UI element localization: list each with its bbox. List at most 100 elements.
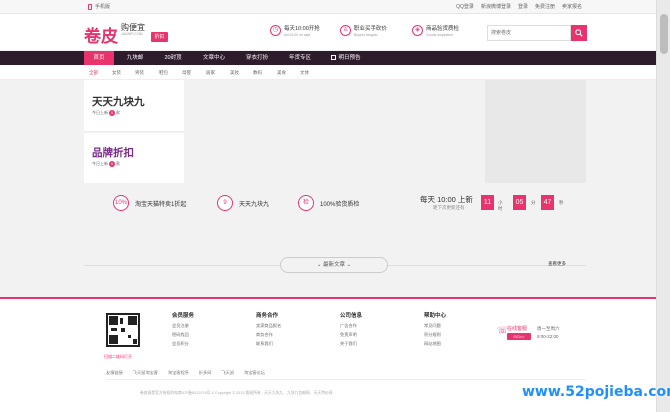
mobile-version-label: 手机版: [95, 4, 111, 10]
feature-daily-9-9: 9 天天九块九: [217, 195, 269, 211]
footer-col-business: 商务合作 卖家商品报名 商务合作 联系我们: [256, 311, 281, 350]
footer-col-company: 公司信息 广告合作 免责声明 关于我们: [340, 311, 362, 350]
service-time: 9:00-22:00: [537, 334, 559, 339]
category-sports[interactable]: 文体: [300, 70, 309, 76]
footer-col-heading: 商务合作: [256, 313, 279, 319]
card-brand-discount[interactable]: 品牌折扣 今日上新 0 款: [84, 133, 184, 183]
footer-link[interactable]: 网站地图: [424, 341, 446, 347]
nav-item-9-yuan[interactable]: 九块邮: [119, 51, 151, 65]
shield-icon: ◈: [412, 25, 423, 36]
footer-link[interactable]: 联系我们: [256, 341, 281, 347]
footer-link[interactable]: 密码找回: [172, 332, 194, 338]
feature-title: 职业买手砍价: [354, 26, 388, 32]
friend-link[interactable]: 飞天鼠淘宝客: [133, 370, 158, 379]
category-men[interactable]: 男装: [135, 70, 144, 76]
nav-item-20-cap[interactable]: 20封顶: [157, 51, 189, 65]
category-beauty[interactable]: 美妆: [230, 70, 239, 76]
footer-col-help: 帮助中心 常见问题 积分规则 网站地图: [424, 311, 446, 350]
feature-quality-check: 检 100%验货质检: [298, 195, 359, 211]
category-baby[interactable]: 母婴: [182, 70, 191, 76]
category-home[interactable]: 居家: [206, 70, 215, 76]
main-nav: 首页 九块邮 20封顶 文章中心 穿衣打扮 年货专区 明日预告: [0, 51, 656, 65]
scrollbar-thumb[interactable]: [660, 14, 668, 54]
search-input[interactable]: [487, 25, 571, 41]
card-daily-9-9[interactable]: 天天九块九 今日上新 0 款: [84, 80, 184, 132]
card-sub-suffix: 款: [116, 110, 120, 115]
countdown-title: 每天 10:00 上新: [420, 195, 473, 204]
view-more-link[interactable]: 查看更多: [548, 261, 566, 267]
footer-link[interactable]: 常见问题: [424, 323, 446, 329]
nav-item-home[interactable]: 首页: [84, 51, 114, 65]
category-women[interactable]: 女装: [112, 70, 121, 76]
footer-link[interactable]: 商务合作: [256, 332, 281, 338]
nav-item-tomorrow[interactable]: 明日预告: [326, 51, 366, 65]
search-button[interactable]: [571, 25, 587, 41]
qq-login-link[interactable]: QQ登录: [456, 3, 474, 10]
feature-title: 商品验货质检: [426, 26, 460, 32]
footer-link[interactable]: 关于我们: [340, 341, 362, 347]
countdown-hours: 11: [481, 195, 494, 210]
card-title: 天天九块九: [92, 96, 145, 108]
nav-item-tomorrow-label: 明日预告: [338, 55, 361, 61]
feature-label: 100%验货质检: [320, 201, 360, 208]
nav-item-new-year[interactable]: 年货专区: [282, 51, 318, 65]
register-link[interactable]: 免费注册: [535, 3, 555, 10]
feature-daily-sale: ◷ 每天10:00开抢 Am10:00 on sale: [270, 24, 320, 37]
countdown-minutes-unit: 分: [531, 200, 536, 205]
feature-sub: Am10:00 on sale: [284, 33, 311, 37]
friend-link[interactable]: 淘宝客论坛: [244, 370, 265, 379]
logo[interactable]: 卷皮: [84, 22, 118, 47]
friend-link[interactable]: 飞天鼠: [221, 370, 234, 379]
feature-buyers: ♙ 职业买手砍价 Buyers bargain: [340, 24, 387, 37]
footer-link[interactable]: 免责声明: [340, 332, 362, 338]
footer-col-member: 会员服务 会员注册 密码找回 会员积分: [172, 311, 194, 350]
search-icon: [575, 29, 583, 37]
friend-link[interactable]: 折多网: [199, 370, 212, 379]
category-digital[interactable]: 数码: [253, 70, 262, 76]
clock-icon: ◷: [270, 25, 281, 36]
service-label: 在线客服: [507, 326, 528, 332]
category-all[interactable]: 全部: [89, 70, 98, 76]
countdown-seconds-unit: 秒: [559, 200, 564, 205]
category-bags[interactable]: 鞋包: [159, 70, 168, 76]
qr-code-icon: [106, 313, 140, 347]
footer-link[interactable]: 广告合作: [340, 323, 362, 329]
nav-item-fashion[interactable]: 穿衣打扮: [239, 51, 275, 65]
friend-link[interactable]: 淘宝客程序: [168, 370, 189, 379]
seller-apply-link[interactable]: 卖家报名: [562, 3, 582, 10]
footer-link[interactable]: 会员注册: [172, 323, 194, 329]
calendar-icon: [331, 55, 337, 61]
logo-badge: 折扣: [151, 32, 168, 42]
footer-link[interactable]: 积分规则: [424, 332, 446, 338]
footer-col-heading: 会员服务: [172, 313, 195, 319]
card-sub-prefix: 今日上新: [92, 110, 108, 115]
mobile-version-link[interactable]: 手机版: [88, 3, 110, 10]
page-scrollbar[interactable]: [656, 0, 670, 412]
footer-col-heading: 公司信息: [340, 313, 363, 319]
login-link[interactable]: 登录: [518, 3, 528, 10]
countdown-seconds: 47: [541, 195, 554, 210]
card-sub-suffix: 款: [116, 161, 120, 166]
service-go-button[interactable]: GO>>: [507, 333, 531, 340]
footer-link[interactable]: 卖家商品报名: [256, 323, 281, 329]
feature-1-fold: 10% 淘宝天猫特卖1折起: [113, 195, 186, 211]
feature-title: 每天10:00开抢: [284, 26, 320, 32]
service-days: 周一至周六: [537, 326, 560, 331]
nav-item-articles[interactable]: 文章中心: [196, 51, 232, 65]
feature-label: 淘宝天猫特卖1折起: [135, 201, 187, 208]
watermark: www.52pojieba.com: [522, 384, 670, 400]
footer-link[interactable]: 会员积分: [172, 341, 194, 347]
ten-percent-icon: 10%: [113, 195, 129, 211]
ad-banner-placeholder[interactable]: [485, 80, 586, 183]
qr-caption: 扫描二维码打开: [104, 354, 132, 359]
phone-icon: ☏: [497, 325, 509, 335]
category-subnav: 全部 女装 男装 鞋包 母婴 居家 美妆 数码 美食 文体: [0, 65, 656, 80]
weibo-login-link[interactable]: 新浪微博登录: [481, 3, 511, 10]
category-food[interactable]: 美食: [277, 70, 286, 76]
new-count-badge: 0: [109, 161, 115, 167]
card-sub-prefix: 今日上新: [92, 161, 108, 166]
chevron-down-icon: ⌄: [345, 262, 352, 268]
service-hours: 周一至周六 9:00-22:00: [537, 325, 560, 341]
friend-links-heading: 友情链接: [106, 370, 123, 375]
latest-articles-button[interactable]: ⌄ 最新文章 ⌄: [280, 257, 388, 273]
